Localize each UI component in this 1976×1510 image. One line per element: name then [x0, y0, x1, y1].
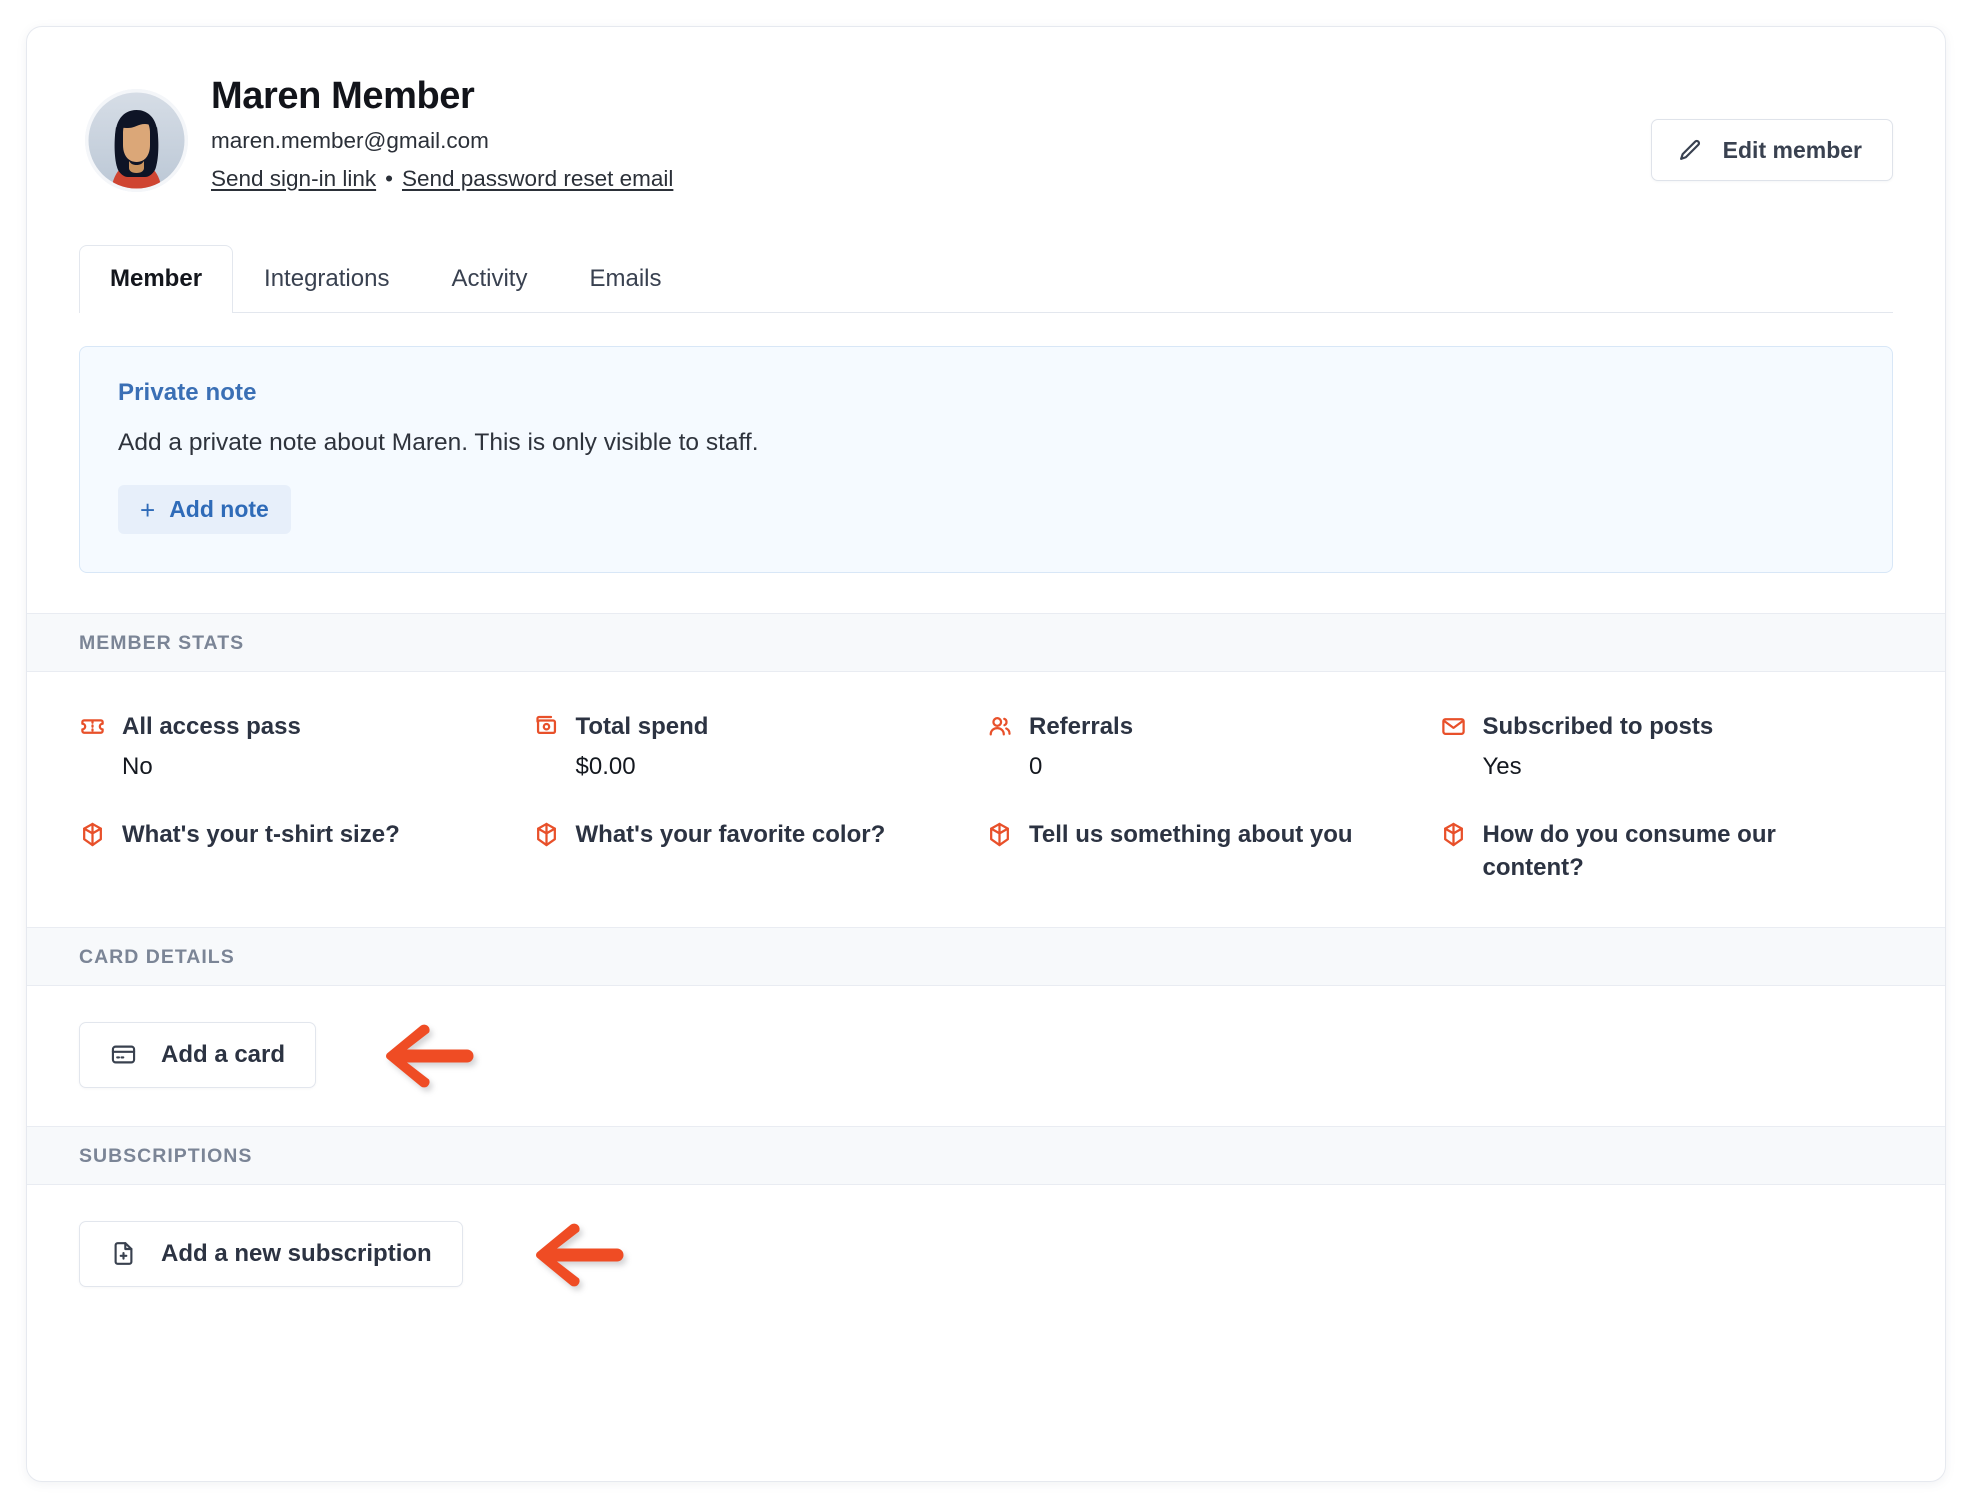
stat-label: What's your favorite color?: [575, 821, 886, 849]
add-new-subscription-label: Add a new subscription: [161, 1239, 432, 1267]
stat-value: $0.00: [575, 753, 636, 781]
member-stats-section-header: MEMBER STATS: [27, 613, 1945, 672]
member-detail-card: Maren Member maren.member@gmail.com Send…: [26, 26, 1946, 1482]
stat-custom-consume-content: How do you consume our content?: [1440, 818, 1894, 892]
add-a-card-label: Add a card: [161, 1040, 286, 1068]
link-separator: •: [385, 165, 393, 191]
tab-member[interactable]: Member: [79, 245, 234, 313]
subscriptions-body: Add a new subscription: [27, 1185, 1945, 1325]
stat-label: How do you consume our content?: [1482, 821, 1776, 882]
stat-label: Tell us something about you: [1029, 821, 1353, 849]
send-signin-link[interactable]: Send sign-in link: [211, 166, 376, 191]
envelope-icon: [1440, 713, 1467, 740]
arrow-left-icon: [527, 1218, 627, 1292]
member-tabs: Member Integrations Activity Emails: [79, 245, 1893, 313]
add-note-label: Add note: [169, 496, 269, 522]
stat-all-access-pass: All access pass No: [79, 710, 533, 782]
stat-value: No: [122, 753, 153, 781]
member-actions-links: Send sign-in link • Send password reset em…: [211, 164, 1893, 193]
add-note-button[interactable]: + Add note: [118, 485, 291, 534]
arrow-left-icon: [377, 1019, 477, 1093]
stat-custom-about-you: Tell us something about you: [986, 818, 1440, 892]
document-plus-icon: [110, 1240, 137, 1267]
subscriptions-section-header: SUBSCRIPTIONS: [27, 1125, 1945, 1185]
box-icon: [79, 821, 106, 848]
stat-value: Yes: [1482, 753, 1522, 781]
stat-label: All access pass: [122, 713, 301, 740]
box-icon: [533, 821, 560, 848]
stat-referrals: Referrals 0: [986, 710, 1440, 782]
edit-member-label: Edit member: [1722, 136, 1862, 163]
private-note-section: Private note Add a private note about Ma…: [27, 313, 1945, 613]
member-email: maren.member@gmail.com: [211, 127, 489, 153]
plus-icon: +: [140, 494, 156, 525]
private-note-box: Private note Add a private note about Ma…: [79, 346, 1893, 573]
tab-activity[interactable]: Activity: [420, 245, 558, 312]
stat-label: What's your t-shirt size?: [122, 821, 400, 849]
add-new-subscription-button[interactable]: Add a new subscription: [79, 1220, 463, 1287]
stat-value: 0: [1029, 753, 1043, 781]
member-header: Maren Member maren.member@gmail.com Send…: [27, 27, 1945, 245]
stat-custom-tshirt-size: What's your t-shirt size?: [79, 818, 533, 892]
stat-label: Referrals: [1029, 713, 1134, 740]
stat-subscribed-to-posts: Subscribed to posts Yes: [1440, 710, 1894, 782]
ticket-icon: [79, 713, 106, 740]
member-stats-body: All access pass No Total spend $0.00 Ref…: [27, 672, 1945, 927]
stat-label: Subscribed to posts: [1482, 713, 1714, 740]
stat-label: Total spend: [575, 713, 709, 740]
identity-block: Maren Member maren.member@gmail.com Send…: [211, 75, 1893, 193]
page-title: Maren Member: [211, 75, 475, 117]
edit-member-button[interactable]: Edit member: [1650, 119, 1893, 181]
pencil-icon: [1678, 138, 1703, 163]
card-details-body: Add a card: [27, 986, 1945, 1126]
credit-card-icon: [110, 1041, 137, 1068]
private-note-title: Private note: [118, 379, 257, 406]
private-note-description: Add a private note about Maren. This is …: [118, 429, 759, 456]
add-a-card-button[interactable]: Add a card: [79, 1021, 317, 1088]
tab-emails[interactable]: Emails: [558, 245, 692, 312]
box-icon: [1440, 821, 1467, 848]
box-icon: [986, 821, 1013, 848]
avatar: [85, 89, 188, 192]
tab-integrations[interactable]: Integrations: [233, 245, 420, 312]
screenshot-root: Maren Member maren.member@gmail.com Send…: [0, 0, 1976, 1510]
stat-total-spend: Total spend $0.00: [533, 710, 987, 782]
people-icon: [986, 713, 1013, 740]
card-details-section-header: CARD DETAILS: [27, 926, 1945, 986]
member-stats-grid: All access pass No Total spend $0.00 Ref…: [79, 710, 1893, 893]
send-password-reset-link[interactable]: Send password reset email: [402, 166, 673, 191]
money-card-icon: [533, 713, 560, 740]
stat-custom-favorite-color: What's your favorite color?: [533, 818, 987, 892]
